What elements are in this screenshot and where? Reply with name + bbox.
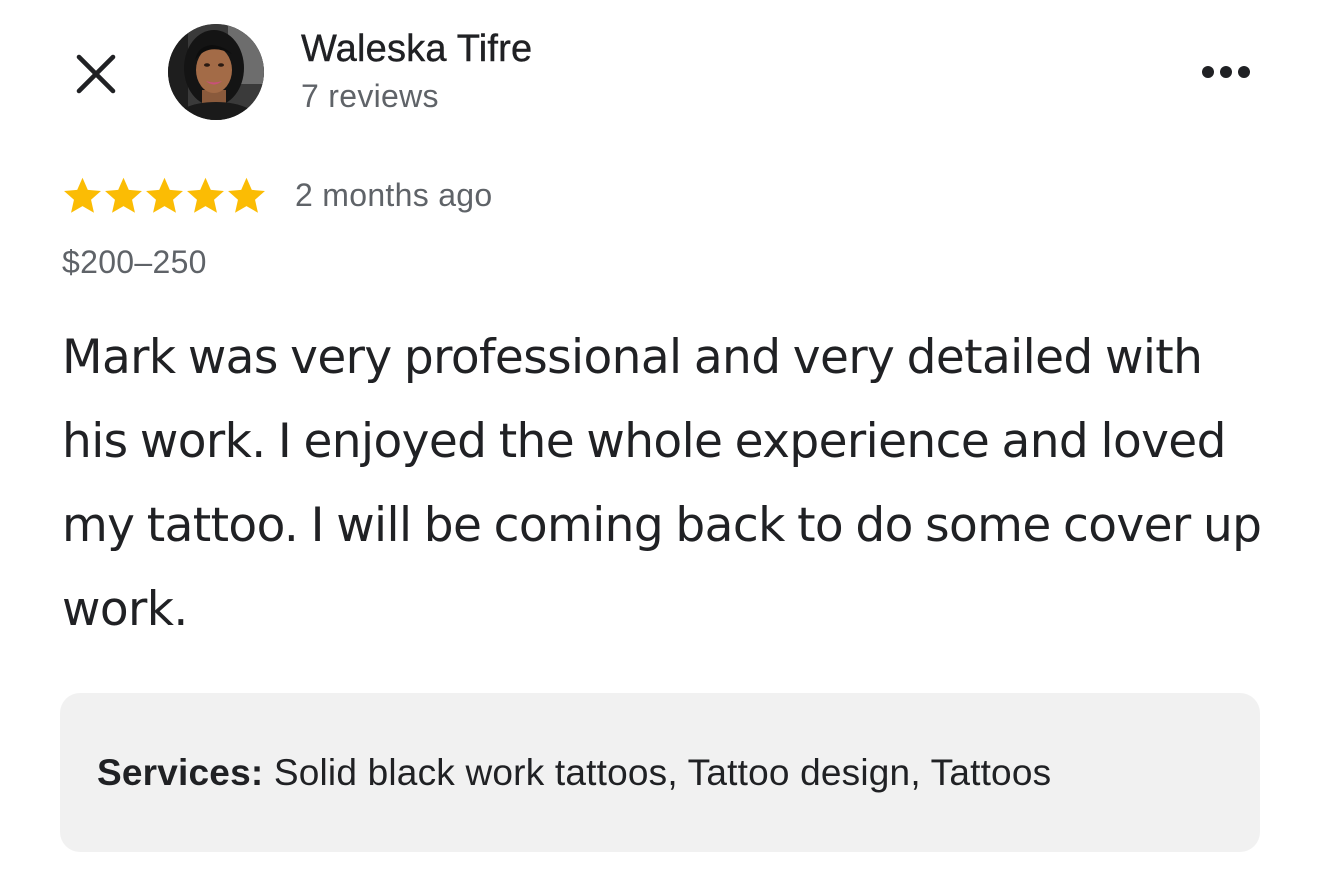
reviewer-info[interactable]: Waleska Tifre 7 reviews — [301, 26, 533, 116]
services-line: Services: Solid black work tattoos, Tatt… — [97, 751, 1051, 795]
star-icon — [146, 177, 183, 213]
review-time: 2 months ago — [295, 177, 493, 213]
star-rating — [62, 175, 267, 216]
star-icon — [228, 177, 265, 213]
more-options-button[interactable] — [1190, 46, 1262, 98]
reviewer-photo — [168, 24, 264, 120]
services-label: Services: — [97, 751, 264, 793]
rating-row: 2 months ago — [62, 172, 493, 218]
review-count: 7 reviews — [301, 78, 439, 114]
services-box: Services: Solid black work tattoos, Tatt… — [60, 693, 1260, 852]
star-icon — [105, 177, 142, 213]
star-icon — [187, 177, 224, 213]
more-options-icon — [1202, 66, 1250, 78]
close-icon — [76, 54, 116, 94]
price-range: $200–250 — [62, 244, 207, 280]
close-button[interactable] — [60, 38, 132, 110]
avatar[interactable] — [168, 24, 264, 120]
reviewer-name[interactable]: Waleska Tifre — [301, 26, 533, 72]
star-icon — [64, 177, 101, 213]
services-value: Solid black work tattoos, Tattoo design,… — [273, 751, 1052, 793]
review-text: Mark was very professional and very deta… — [62, 330, 1262, 637]
